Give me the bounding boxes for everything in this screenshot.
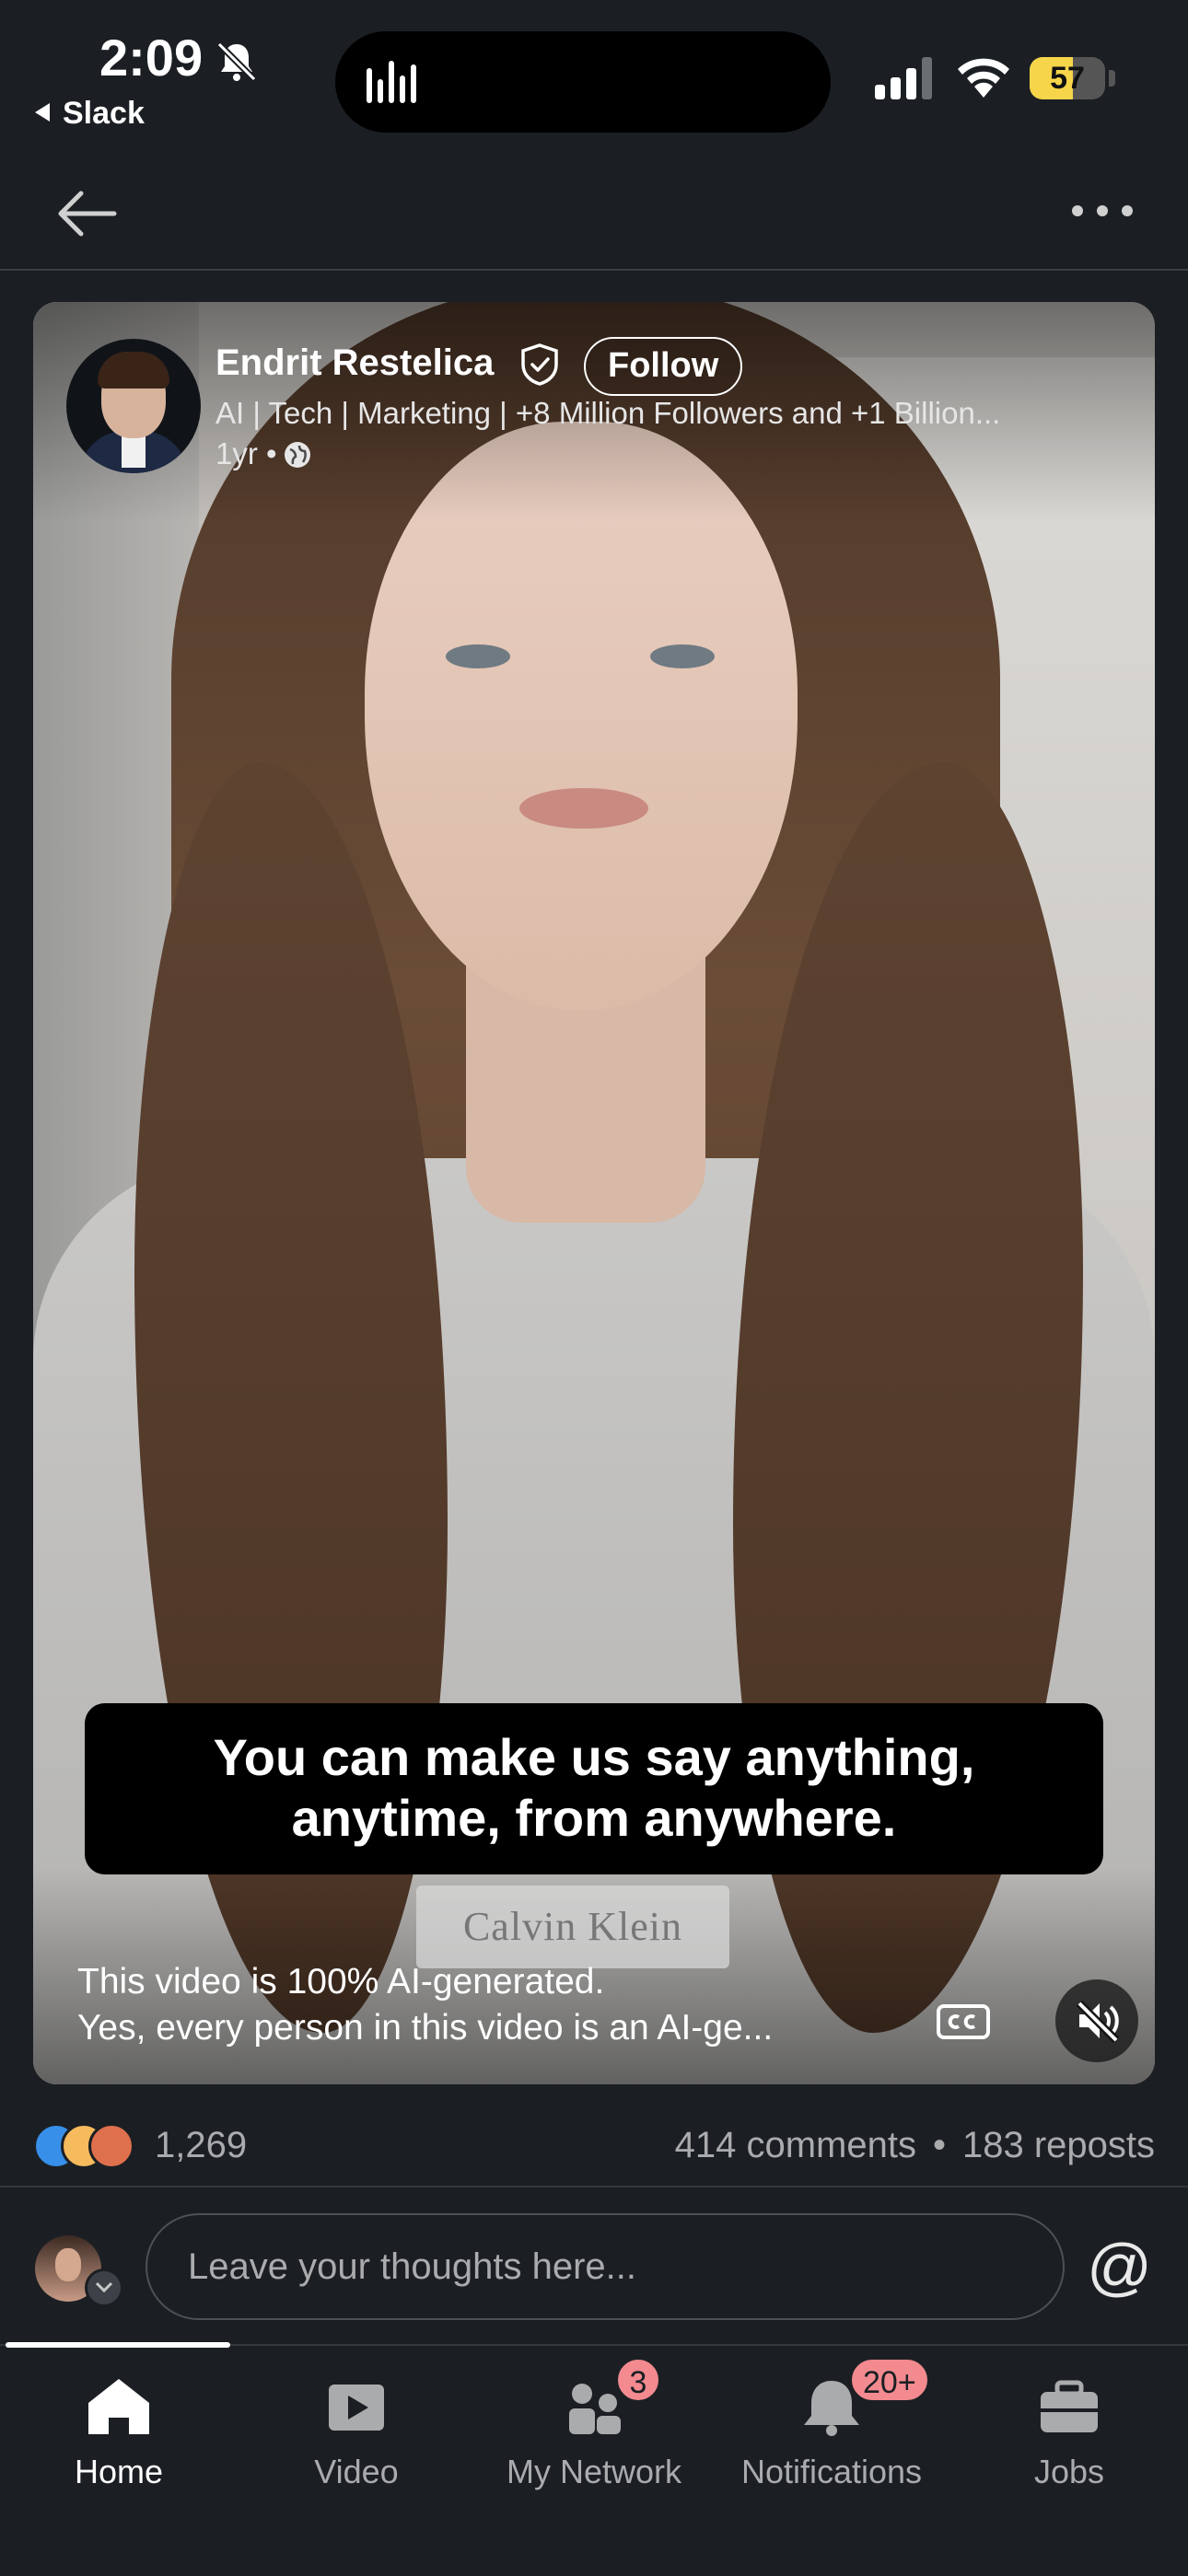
back-triangle-icon [35,103,50,122]
stats-separator: • [932,2125,946,2165]
tab-label: Home [74,2453,164,2490]
comment-input[interactable] [146,2213,1065,2320]
battery-percent: 57 [1050,61,1085,96]
video-subject-eye [650,644,715,668]
video-icon [329,2385,384,2431]
tab-label: My Network [506,2453,682,2490]
network-badge: 3 [615,2357,661,2403]
tab-label: Notifications [740,2453,923,2490]
globe-icon [284,442,310,468]
back-app-label: Slack [63,96,145,131]
muted-speaker-icon [1076,2000,1120,2044]
closed-captions-icon[interactable] [936,2003,991,2040]
wifi-icon [958,58,1009,98]
network-icon [569,2384,621,2434]
bell-off-icon [216,41,257,82]
identity-switcher[interactable] [85,2269,123,2307]
shirt-brand-text: Calvin Klein [462,1904,683,1949]
video-subject-eye [446,644,510,668]
author-avatar[interactable] [66,339,201,473]
shirt-brand-logo: Calvin Klein [416,1886,729,1968]
avatar-hair [98,352,169,389]
home-icon [88,2379,149,2434]
more-options-icon[interactable] [1068,197,1136,225]
battery-indicator: 57 [1030,57,1105,99]
tab-notifications[interactable]: 20+ Notifications [713,2357,950,2502]
tab-home[interactable]: Home [0,2364,238,2502]
briefcase-icon [1041,2380,1098,2432]
reaction-count[interactable]: 1,269 [155,2125,247,2166]
post-meta: 1yr • [215,436,312,471]
post-age: 1yr [215,436,258,470]
engagement-stats: 414 comments • 183 reposts [675,2125,1155,2166]
tab-label: Jobs [1033,2453,1105,2490]
bottom-tab-bar: Home Video 3 My Network 20+ Notification… [0,2342,1188,2576]
verified-shield-icon [521,343,558,386]
tab-my-network[interactable]: 3 My Network [475,2357,713,2502]
author-headline: AI | Tech | Marketing | +8 Million Follo… [215,396,1001,430]
active-tab-indicator [6,2342,230,2348]
video-subject-mouth [519,788,648,829]
status-bar: 2:09 Slack 57 [0,0,1188,157]
cellular-signal-icon [875,57,932,99]
social-counts-bar: 1,269 414 comments • 183 reposts [33,2118,1155,2176]
back-to-app-link[interactable]: Slack [35,96,145,132]
follow-button[interactable]: Follow [584,337,743,396]
tab-jobs[interactable]: Jobs [950,2364,1188,2502]
reaction-icons[interactable] [33,2123,144,2171]
video-player[interactable]: Endrit Restelica Follow AI | Tech | Mark… [33,302,1155,2084]
back-arrow-icon[interactable] [53,180,120,247]
current-user-avatar-face [55,2248,81,2281]
description-line: Yes, every person in this video is an AI… [77,2008,774,2048]
tab-label: Video [314,2453,399,2490]
mention-button[interactable]: @ [1087,2232,1152,2302]
section-divider [0,2186,1188,2187]
dynamic-island [335,31,831,133]
caption-line: anytime, from anywhere. [291,1789,897,1847]
chevron-down-icon [95,2281,113,2293]
post-header-bar [0,157,1188,271]
meta-separator: • [266,436,277,470]
mute-button[interactable] [1055,1979,1138,2062]
tab-video[interactable]: Video [238,2364,475,2502]
love-reaction-icon [88,2123,134,2169]
post-description[interactable]: This video is 100% AI-generated. Yes, ev… [77,1959,943,2051]
status-time: 2:09 [99,29,204,87]
audio-wave-icon [367,61,416,103]
battery-nub [1109,70,1115,87]
description-line: This video is 100% AI-generated. [77,1962,605,2002]
notifications-badge: 20+ [849,2357,930,2403]
comments-count[interactable]: 414 comments [675,2125,916,2165]
video-caption-overlay: You can make us say anything, anytime, f… [85,1703,1103,1874]
reposts-count[interactable]: 183 reposts [962,2125,1155,2165]
caption-line: You can make us say anything, [213,1728,975,1786]
author-name[interactable]: Endrit Restelica [215,342,494,384]
